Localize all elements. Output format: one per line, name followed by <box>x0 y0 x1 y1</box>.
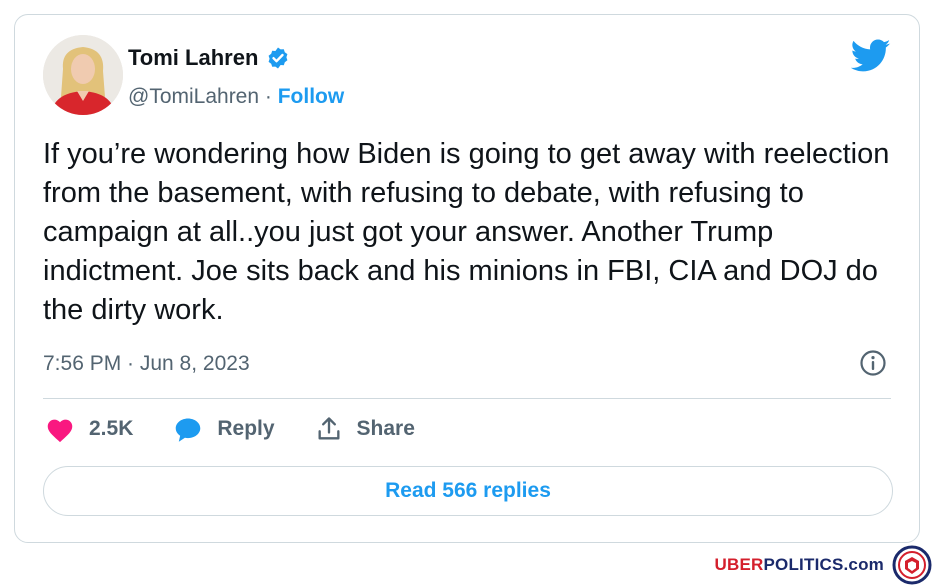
share-upload-icon <box>318 417 340 440</box>
share-button[interactable]: Share <box>315 415 415 443</box>
timestamp[interactable]: 7:56 PM · Jun 8, 2023 <box>43 352 250 376</box>
watermark[interactable]: UBERPOLITICS.com <box>715 545 932 585</box>
divider <box>43 398 891 399</box>
follow-button[interactable]: Follow <box>278 85 345 108</box>
handle-row: @TomiLahren · Follow <box>128 85 344 109</box>
speech-bubble-icon <box>176 417 201 442</box>
watermark-text: UBERPOLITICS.com <box>714 555 884 574</box>
reply-button[interactable]: Reply <box>173 416 275 443</box>
display-name[interactable]: Tomi Lahren <box>128 45 258 71</box>
like-count: 2.5K <box>89 417 134 440</box>
avatar[interactable] <box>43 35 123 115</box>
twitter-bird-icon[interactable] <box>851 39 891 73</box>
info-icon[interactable] <box>859 349 887 377</box>
watermark-seal-icon <box>892 545 932 585</box>
action-bar: 2.5K Reply Share <box>45 415 455 443</box>
like-button[interactable]: 2.5K <box>45 416 133 443</box>
name-row: Tomi Lahren <box>128 45 290 71</box>
heart-icon <box>47 419 73 442</box>
reply-label: Reply <box>217 417 275 440</box>
handle[interactable]: @TomiLahren <box>128 85 259 108</box>
tweet-card: Tomi Lahren @TomiLahren · Follow If you’… <box>14 14 920 543</box>
verified-badge-icon <box>268 47 288 69</box>
avatar-image <box>43 35 123 115</box>
share-label: Share <box>356 417 415 440</box>
handle-separator: · <box>259 85 278 108</box>
read-replies-button[interactable]: Read 566 replies <box>43 466 893 516</box>
tweet-text: If you’re wondering how Biden is going t… <box>43 138 890 326</box>
